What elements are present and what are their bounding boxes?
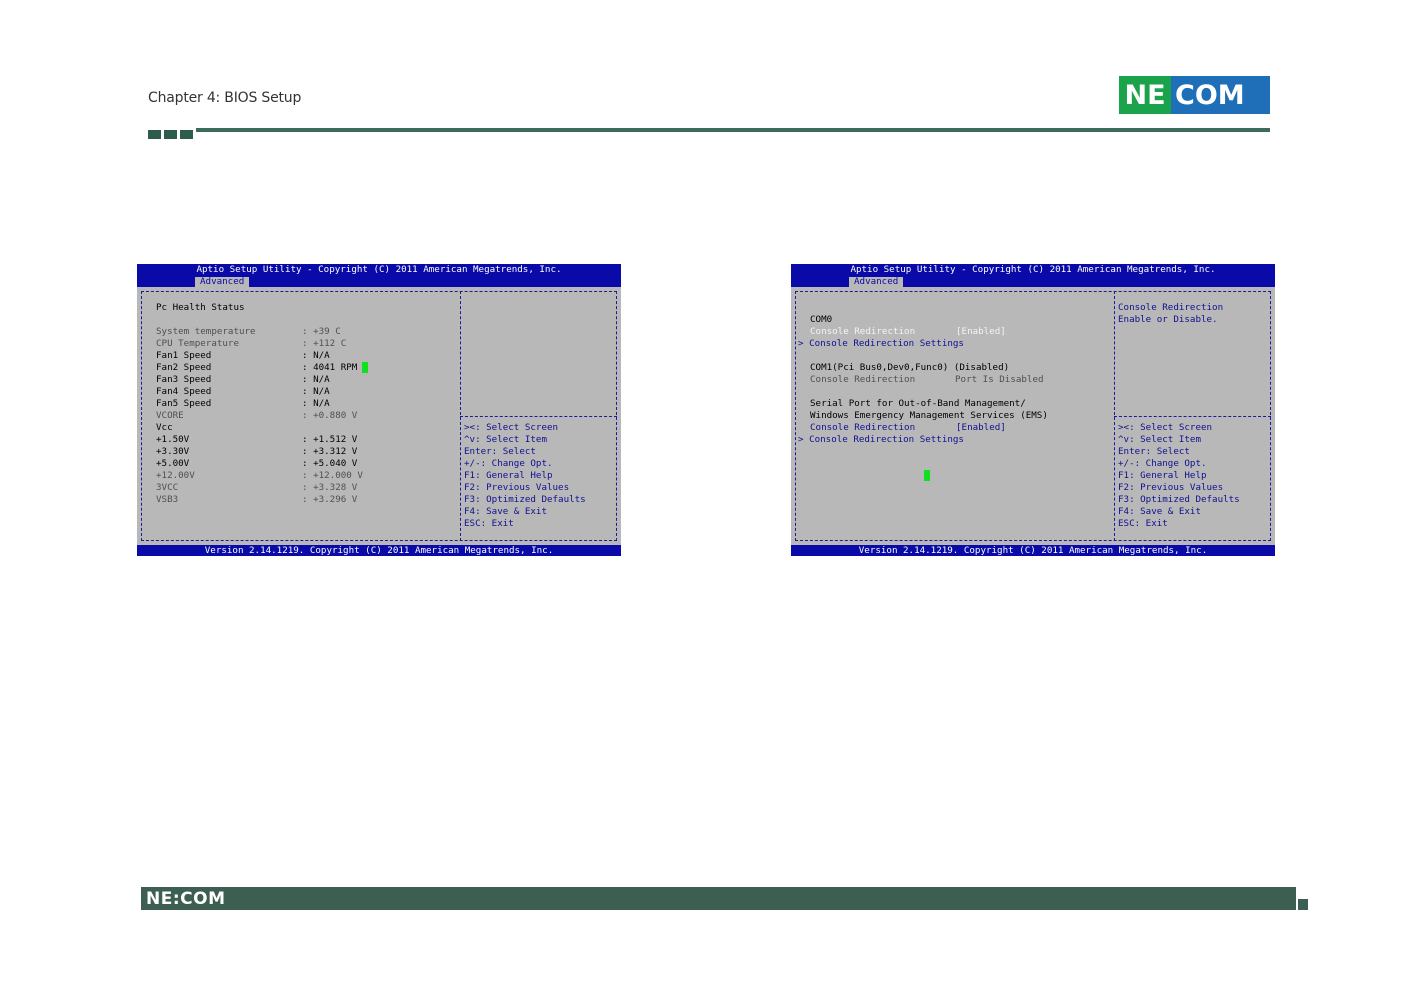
health-row-value: : +12.000 V: [302, 470, 363, 481]
bios-help-divider: [1114, 416, 1271, 417]
help-key-line: Enter: Select: [464, 446, 536, 457]
health-row-label: 3VCC: [156, 482, 179, 493]
health-row-label: Fan2 Speed: [156, 362, 212, 373]
ems-line-2: Windows Emergency Management Services (E…: [810, 410, 1048, 421]
health-row-label: +5.00V: [156, 458, 190, 469]
ems-line-1: Serial Port for Out-of-Band Management/: [810, 398, 1026, 409]
header-square-3: [180, 130, 193, 139]
health-row-label: Fan4 Speed: [156, 386, 212, 397]
health-row-value: : +39 C: [302, 326, 341, 337]
health-row-label: VSB3: [156, 494, 179, 505]
help-key-line: F2: Previous Values: [464, 482, 570, 493]
bios-version-bar: Version 2.14.1219. Copyright (C) 2011 Am…: [791, 545, 1275, 556]
help-key-line: +/-: Change Opt.: [1118, 458, 1207, 469]
health-row-value: : +1.512 V: [302, 434, 358, 445]
health-row-value: : +3.312 V: [302, 446, 358, 457]
help-key-line: ><: Select Screen: [1118, 422, 1213, 433]
bios-screen-pc-health: Aptio Setup Utility - Copyright (C) 2011…: [137, 264, 621, 556]
help-key-line: +/-: Change Opt.: [464, 458, 553, 469]
help-key-line: ESC: Exit: [464, 518, 514, 529]
footer-square-tall: [1287, 887, 1296, 910]
bios-tab-row: Advanced: [791, 276, 1275, 287]
health-row-label: +1.50V: [156, 434, 190, 445]
header-square-1: [148, 130, 161, 139]
help-key-line: F1: General Help: [1118, 470, 1207, 481]
com0-settings-link[interactable]: > Console Redirection Settings: [798, 338, 964, 350]
help-key-line: F2: Previous Values: [1118, 482, 1224, 493]
footer-square-small: [1298, 899, 1308, 910]
header-rule: [196, 128, 1270, 132]
bios-help-divider: [460, 416, 617, 417]
bios-version-bar: Version 2.14.1219. Copyright (C) 2011 Am…: [137, 545, 621, 556]
com0-redirection-label[interactable]: Console Redirection: [810, 326, 915, 338]
health-row-value: : N/A: [302, 398, 330, 409]
text-cursor: [924, 470, 930, 481]
health-row-value: : N/A: [302, 386, 330, 397]
com1-redirection-value: Port Is Disabled: [955, 374, 1044, 385]
com0-heading: COM0: [810, 314, 833, 325]
text-cursor: [362, 362, 368, 373]
bios-tab-row: Advanced: [137, 276, 621, 287]
com1-redirection-label: Console Redirection: [810, 374, 916, 385]
bios-title-bar: Aptio Setup Utility - Copyright (C) 2011…: [137, 264, 621, 276]
ems-settings-link[interactable]: > Console Redirection Settings: [798, 434, 964, 446]
help-key-line: F3: Optimized Defaults: [1118, 494, 1240, 505]
help-key-line: F4: Save & Exit: [464, 506, 547, 517]
tab-advanced[interactable]: Advanced: [195, 277, 250, 287]
chapter-title: Chapter 4: BIOS Setup: [148, 90, 302, 106]
health-row-value: : N/A: [302, 374, 330, 385]
health-row-value: : +3.328 V: [302, 482, 358, 493]
health-row-label: Vcc: [156, 422, 173, 433]
help-key-line: F1: General Help: [464, 470, 553, 481]
nexcom-logo: NE COM: [1119, 76, 1270, 114]
tab-advanced[interactable]: Advanced: [849, 277, 904, 287]
health-row-label: System temperature: [156, 326, 256, 337]
help-key-line: F3: Optimized Defaults: [464, 494, 586, 505]
header-square-2: [164, 130, 177, 139]
help-key-line: ESC: Exit: [1118, 518, 1168, 529]
footer-logo: NE:COM: [146, 889, 226, 909]
footer-bar: [141, 887, 1287, 910]
help-text-line-2: Enable or Disable.: [1118, 314, 1218, 325]
section-title: Pc Health Status: [156, 302, 245, 313]
logo-ne: NE: [1119, 76, 1171, 114]
health-row-value: : +112 C: [302, 338, 347, 349]
help-key-line: F4: Save & Exit: [1118, 506, 1201, 517]
health-row-label: VCORE: [156, 410, 184, 421]
health-row-value: : N/A: [302, 350, 330, 361]
help-key-line: ><: Select Screen: [464, 422, 559, 433]
ems-redirection-label[interactable]: Console Redirection: [810, 422, 915, 434]
health-row-value: : +0.880 V: [302, 410, 358, 421]
bios-screen-serial-port: Aptio Setup Utility - Copyright (C) 2011…: [791, 264, 1275, 556]
com1-heading: COM1(Pci Bus0,Dev0,Func0) (Disabled): [810, 362, 1010, 373]
health-row-label: Fan5 Speed: [156, 398, 212, 409]
help-key-line: Enter: Select: [1118, 446, 1190, 457]
help-key-line: ^v: Select Item: [1118, 434, 1201, 445]
health-row-value: : +5.040 V: [302, 458, 358, 469]
health-row-label: +12.00V: [156, 470, 195, 481]
health-row-label: +3.30V: [156, 446, 190, 457]
health-row-label: Fan1 Speed: [156, 350, 212, 361]
health-row-label: Fan3 Speed: [156, 374, 212, 385]
help-text-line-1: Console Redirection: [1118, 302, 1224, 313]
logo-com: COM: [1171, 76, 1270, 114]
health-row-value: : +3.296 V: [302, 494, 358, 505]
com0-redirection-value[interactable]: [Enabled]: [956, 326, 1006, 338]
ems-redirection-value[interactable]: [Enabled]: [956, 422, 1006, 434]
bios-title-bar: Aptio Setup Utility - Copyright (C) 2011…: [791, 264, 1275, 276]
health-row-label: CPU Temperature: [156, 338, 239, 349]
help-key-line: ^v: Select Item: [464, 434, 547, 445]
health-row-value: : 4041 RPM: [302, 362, 358, 373]
